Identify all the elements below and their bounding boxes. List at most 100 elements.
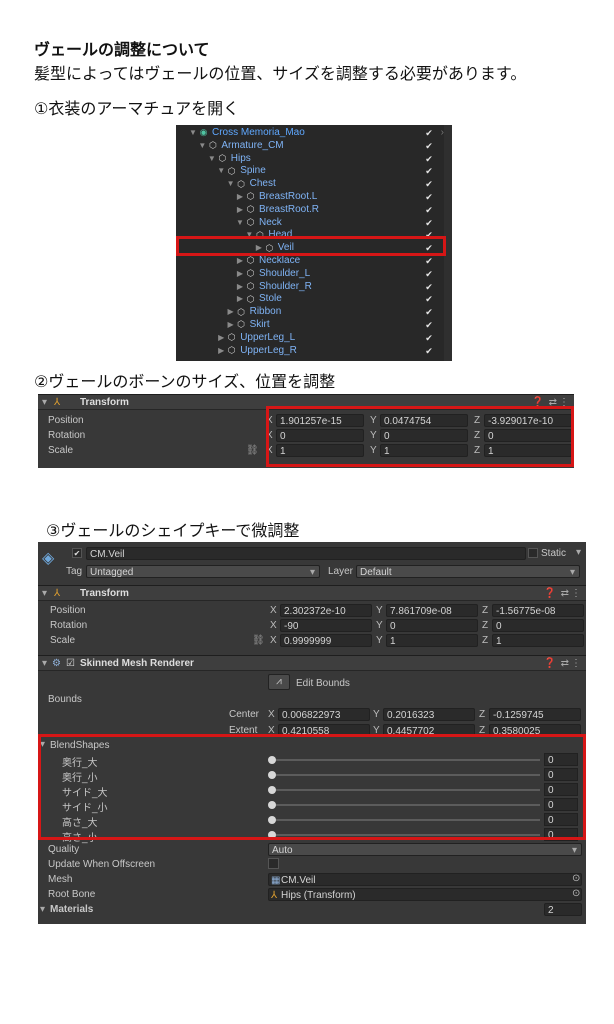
hierarchy-item[interactable]: ▶ ⬡ Shoulder_R ✔ [176,281,452,294]
expanded-arrow-icon[interactable]: ▼ [197,140,207,153]
layer-dropdown[interactable]: Default [356,565,580,578]
step-2-heading: ②ヴェールのボーンのサイズ、位置を調整 [34,372,336,391]
transform-position-z-field[interactable]: -1.56775e-08 [492,604,584,617]
hierarchy-item[interactable]: ▶ ⬡ Stole ✔ [176,293,452,306]
hierarchy-item-label: Shoulder_R [259,280,312,292]
constrain-proportions-icon[interactable]: ⛓ [252,635,265,646]
hierarchy-item[interactable]: ▶ ⬡ UpperLeg_R ✔ [176,345,452,358]
visibility-check-icon[interactable]: ✔ [424,192,434,202]
root-bone-value: Hips (Transform) [281,890,356,901]
hierarchy-item-label: UpperLeg_R [240,344,297,356]
collapsed-arrow-icon[interactable]: ▶ [235,191,245,204]
mesh-field[interactable]: ▦ CM.Veil [268,873,582,886]
more-icon[interactable]: ⋮ [571,586,581,601]
visibility-check-icon[interactable]: ✔ [424,269,434,279]
collapsed-arrow-icon[interactable]: ▶ [235,268,245,281]
visibility-check-icon[interactable]: ✔ [424,333,434,343]
collapsed-arrow-icon[interactable]: ▶ [235,293,245,306]
collapsed-arrow-icon[interactable]: ▶ [226,319,236,332]
enabled-checkbox[interactable]: ☑ [66,656,75,671]
constrain-proportions-icon[interactable]: ⛓ [246,445,259,456]
chevron-right-icon[interactable]: › [441,127,444,138]
foldout-arrow-icon[interactable]: ▾ [40,904,45,915]
visibility-check-icon[interactable]: ✔ [424,256,434,266]
foldout-arrow-icon[interactable]: ▾ [42,656,47,671]
visibility-check-icon[interactable]: ✔ [424,282,434,292]
static-dropdown-icon[interactable]: ▾ [576,547,581,558]
hierarchy-item[interactable]: ▼ ⬡ Neck ✔ [176,217,452,230]
hierarchy-item[interactable]: ▼ ⬡ Spine ✔ [176,165,452,178]
transform-rotation-y-field[interactable]: 0 [386,619,478,632]
object-name-field[interactable]: CM.Veil [86,547,526,560]
transform-title: Transform [80,588,129,599]
visibility-check-icon[interactable]: ✔ [424,320,434,330]
object-picker-icon[interactable]: ⊙ [572,888,580,899]
smr-header[interactable]: ▾ ⚙ ☑ Skinned Mesh Renderer ❓ ⇄ ⋮ [38,655,586,671]
center-z-field[interactable]: -0.1259745 [489,708,581,721]
hierarchy-item[interactable]: ▶ ⬡ Necklace ✔ [176,255,452,268]
expanded-arrow-icon[interactable]: ▼ [235,217,245,230]
visibility-check-icon[interactable]: ✔ [424,179,434,189]
visibility-check-icon[interactable]: ✔ [424,346,434,356]
transform-position-y-field[interactable]: 7.861709e-08 [386,604,478,617]
hierarchy-item[interactable]: ▼ ⬡ Hips ✔ [176,153,452,166]
expanded-arrow-icon[interactable]: ▼ [207,153,217,166]
visibility-check-icon[interactable]: ✔ [424,294,434,304]
transform-scale-z-field[interactable]: 1 [492,634,584,647]
collapsed-arrow-icon[interactable]: ▶ [226,306,236,319]
hierarchy-item[interactable]: ▼ ◉ Cross Memoria_Mao ✔ [176,127,452,140]
visibility-check-icon[interactable]: ✔ [424,307,434,317]
collapsed-arrow-icon[interactable]: ▶ [235,281,245,294]
visibility-check-icon[interactable]: ✔ [424,141,434,151]
static-checkbox[interactable] [528,548,538,558]
preset-icon[interactable]: ⇄ [561,656,569,671]
tag-dropdown[interactable]: Untagged [86,565,320,578]
center-x-field[interactable]: 0.006822973 [278,708,370,721]
transform-rotation-z-field[interactable]: 0 [492,619,584,632]
hierarchy-item[interactable]: ▶ ⬡ BreastRoot.R ✔ [176,204,452,217]
hierarchy-item[interactable]: ▶ ⬡ Ribbon ✔ [176,306,452,319]
expanded-arrow-icon[interactable]: ▼ [188,127,198,140]
hierarchy-item[interactable]: ▶ ⬡ UpperLeg_L ✔ [176,332,452,345]
collapsed-arrow-icon[interactable]: ▶ [216,332,226,345]
hierarchy-item[interactable]: ▼ ⬡ Armature_CM ✔ [176,140,452,153]
help-icon[interactable]: ❓ [544,586,556,601]
gameobject-cube-icon: ⬡ [246,255,255,266]
transform-header[interactable]: ▾ ⅄ Transform ❓ ⇄ ⋮ [38,585,586,601]
visibility-check-icon[interactable]: ✔ [424,154,434,164]
expanded-arrow-icon[interactable]: ▼ [226,178,236,191]
object-picker-icon[interactable]: ⊙ [572,873,580,884]
transform-scale-x-field[interactable]: 0.9999999 [280,634,372,647]
quality-dropdown[interactable]: Auto [268,843,582,856]
transform-icon: ⅄ [54,588,61,599]
update-offscreen-checkbox[interactable] [268,858,279,869]
more-icon[interactable]: ⋮ [571,656,581,671]
foldout-arrow-icon[interactable]: ▾ [42,586,47,601]
help-icon[interactable]: ❓ [544,656,556,671]
hierarchy-item[interactable]: ▶ ⬡ BreastRoot.L ✔ [176,191,452,204]
preset-icon[interactable]: ⇄ [561,586,569,601]
edit-bounds-icon[interactable]: ⩘ [268,674,290,690]
bounds-label: Bounds [48,694,82,705]
visibility-check-icon[interactable]: ✔ [424,218,434,228]
hierarchy-item[interactable]: ▶ ⬡ Skirt ✔ [176,319,452,332]
transform-rotation-x-field[interactable]: -90 [280,619,372,632]
materials-count-field[interactable]: 2 [544,903,582,916]
transform-position-x-field[interactable]: 2.302372e-10 [280,604,372,617]
hierarchy-item[interactable]: ▶ ⬡ Shoulder_L ✔ [176,268,452,281]
visibility-check-icon[interactable]: ✔ [424,205,434,215]
hierarchy-item-label: Ribbon [249,306,282,318]
visibility-check-icon[interactable]: ✔ [424,128,434,138]
visibility-check-icon[interactable]: ✔ [424,166,434,176]
collapsed-arrow-icon[interactable]: ▶ [235,204,245,217]
collapsed-arrow-icon[interactable]: ▶ [235,255,245,268]
hierarchy-item[interactable]: ▼ ⬡ Chest ✔ [176,178,452,191]
collapsed-arrow-icon[interactable]: ▶ [216,345,226,358]
foldout-arrow-icon[interactable]: ▾ [42,395,47,410]
active-checkbox[interactable]: ✔ [72,548,82,558]
center-y-field[interactable]: 0.2016323 [383,708,475,721]
root-bone-field[interactable]: ⅄ Hips (Transform) [268,888,582,901]
transform-scale-y-field[interactable]: 1 [386,634,478,647]
static-label: Static [541,548,567,559]
expanded-arrow-icon[interactable]: ▼ [216,165,226,178]
